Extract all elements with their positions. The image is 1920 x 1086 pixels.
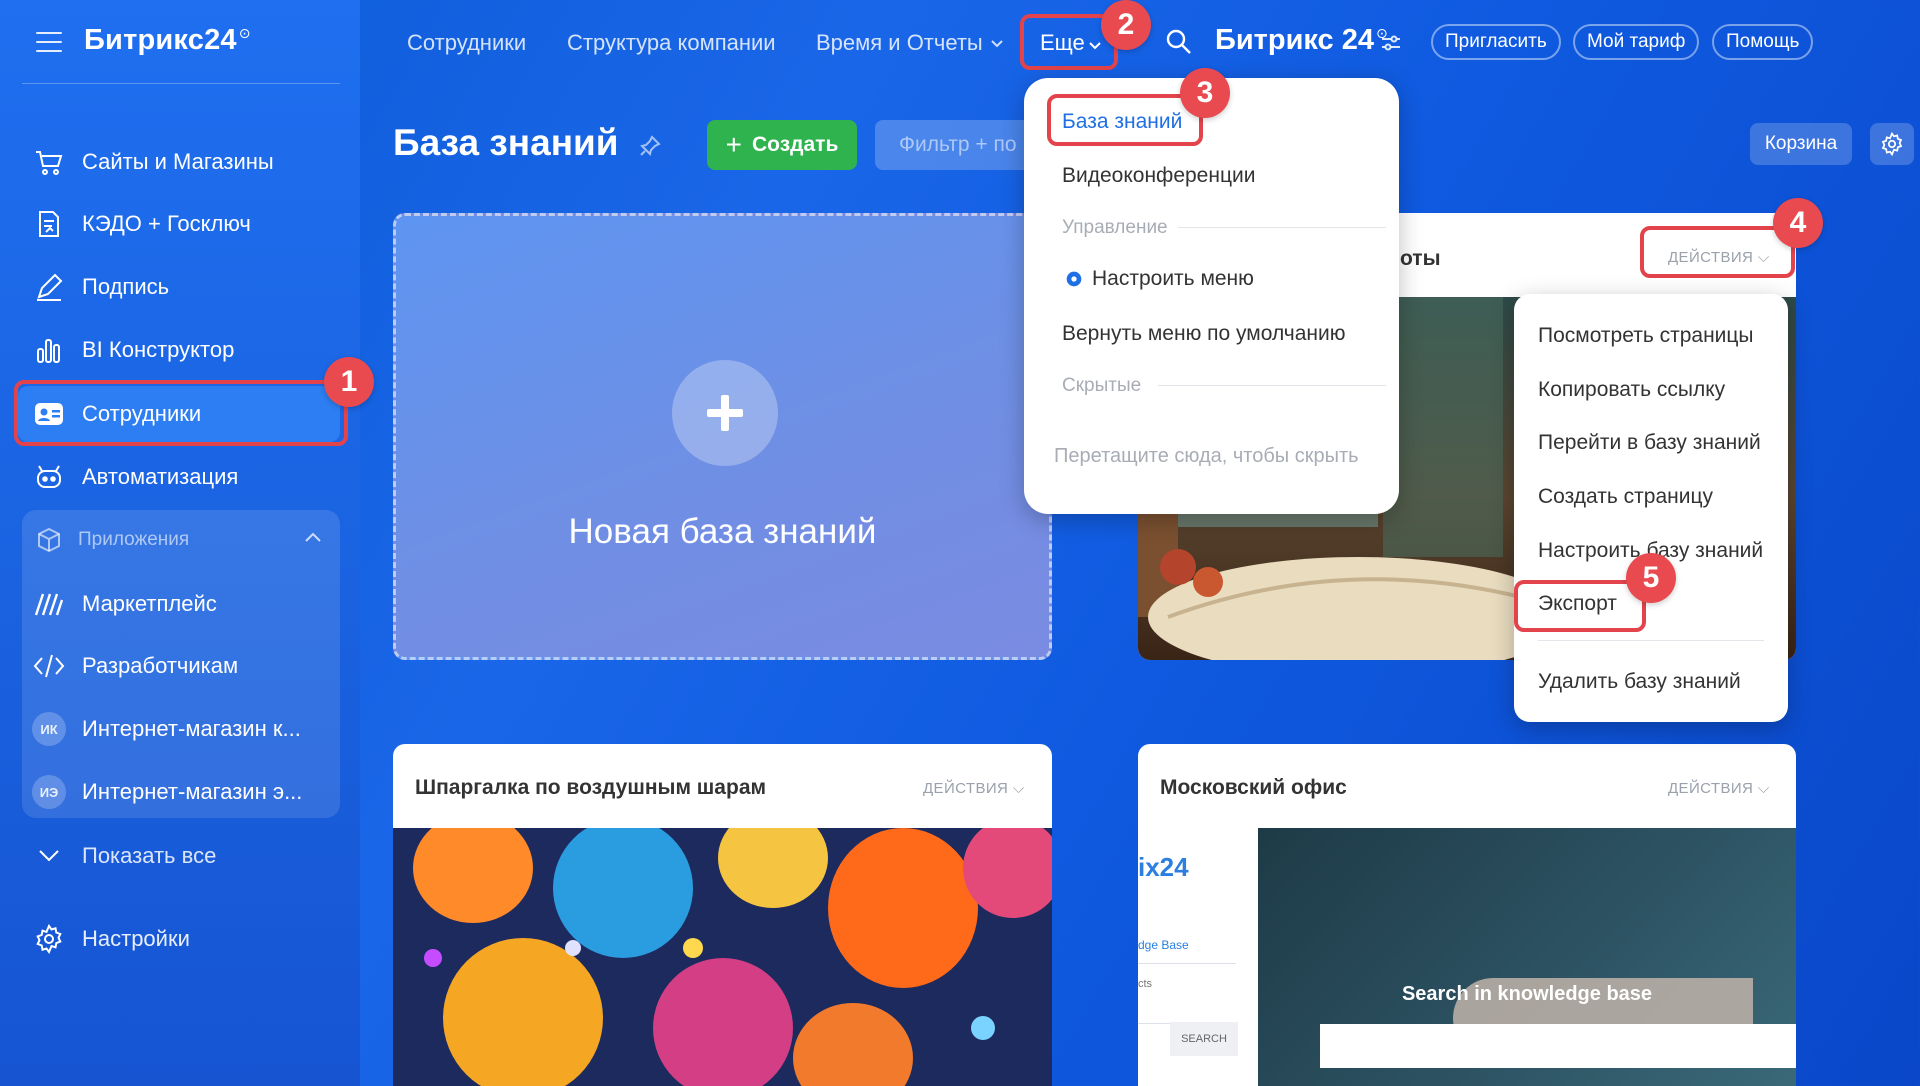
new-knowledge-base-card[interactable]: Новая база знаний <box>393 213 1052 660</box>
callout-badge-3: 3 <box>1180 68 1230 118</box>
filter-search-input[interactable]: Фильтр + по <box>875 120 1035 170</box>
app-avatar: ИК <box>32 712 66 746</box>
sidebar-item-label: Автоматизация <box>82 464 239 489</box>
search-icon[interactable] <box>1165 28 1193 61</box>
my-plan-button[interactable]: Мой тариф <box>1573 24 1700 60</box>
sidebar-item-label: Разработчикам <box>82 653 239 678</box>
chevron-up-icon[interactable] <box>304 530 322 548</box>
menu-item-open-kb[interactable]: Перейти в базу знаний <box>1538 431 1761 455</box>
kb-card-balloons[interactable]: Шпаргалка по воздушным шарам ДЕЙСТВИЯ ⌵ <box>393 744 1052 1086</box>
menu-section-hidden: Скрытые <box>1062 375 1142 396</box>
sidebar-show-all[interactable]: Показать все <box>18 828 340 884</box>
preview-logo: ix24 <box>1138 852 1189 882</box>
actions-dropdown-menu: Посмотреть страницы Копировать ссылку Пе… <box>1514 294 1788 722</box>
preview-link: dge Base <box>1138 938 1189 952</box>
kb-card-title: Шпаргалка по воздушным шарам <box>415 776 767 799</box>
menu-item-view-pages[interactable]: Посмотреть страницы <box>1538 324 1754 348</box>
sidebar-item-automation[interactable]: Автоматизация <box>18 449 340 505</box>
preview-banner: Search in knowledge base <box>1258 828 1796 1086</box>
invite-button[interactable]: Пригласить <box>1431 24 1561 60</box>
kb-card-moscow-office[interactable]: Московский офис ДЕЙСТВИЯ ⌵ ix24 dge Base… <box>1138 744 1796 1086</box>
page-settings-gear-icon[interactable] <box>1870 123 1914 165</box>
callout-badge-5: 5 <box>1626 553 1676 603</box>
pin-icon[interactable] <box>639 124 661 166</box>
sliders-icon[interactable] <box>1380 32 1402 59</box>
sidebar-item-label: Подпись <box>82 274 170 299</box>
bar-chart-icon <box>32 333 66 367</box>
sidebar-item-label: BI Конструктор <box>82 337 235 362</box>
callout-badge-1: 1 <box>324 357 374 407</box>
callout-frame-5 <box>1514 580 1646 632</box>
apps-group-header[interactable]: Приложения <box>22 514 340 566</box>
sidebar-item-label: Сайты и Магазины <box>82 149 274 174</box>
trash-button[interactable]: Корзина <box>1750 123 1852 165</box>
sidebar-item-label: КЭДО + Госключ <box>82 211 251 236</box>
plus-icon: + <box>725 129 742 160</box>
preview-item: cts <box>1138 978 1153 990</box>
sidebar-item-settings[interactable]: Настройки <box>18 911 340 967</box>
kb-card-title: оты <box>1400 247 1441 270</box>
plus-icon <box>672 360 778 466</box>
kb-card-actions[interactable]: ДЕЙСТВИЯ ⌵ <box>1668 780 1770 797</box>
app-avatar: ИЭ <box>32 775 66 809</box>
page-title: База знаний <box>393 122 661 166</box>
menu-item-reset-menu[interactable]: Вернуть меню по умолчанию <box>1062 322 1345 346</box>
gear-icon <box>1064 269 1084 294</box>
callout-frame-3 <box>1047 94 1203 146</box>
sidebar-item-bi-builder[interactable]: BI Конструктор <box>18 322 340 378</box>
top-link-employees[interactable]: Сотрудники <box>407 30 526 56</box>
balloons-cover-image <box>393 808 1052 1086</box>
brand-logo-top[interactable]: Битрикс 24 ⊙ <box>1215 24 1388 57</box>
preview-search-button: SEARCH <box>1170 1022 1238 1056</box>
sidebar-item-signature[interactable]: Подпись <box>18 259 340 315</box>
preview-search-heading: Search in knowledge base <box>1401 983 1653 1005</box>
new-kb-caption: Новая база знаний <box>568 512 877 551</box>
brand-logo[interactable]: Битрикс24 ⊙ <box>84 24 251 57</box>
callout-badge-4: 4 <box>1773 198 1823 248</box>
sidebar-item-label: Интернет-магазин к... <box>82 716 301 741</box>
menu-drag-hint: Перетащите сюда, чтобы скрыть <box>1054 445 1359 467</box>
menu-section-manage: Управление <box>1062 217 1168 238</box>
chevron-down-icon <box>990 36 1004 54</box>
robot-icon <box>32 460 66 494</box>
kb-card-title: Московский офис <box>1160 776 1347 799</box>
sidebar-item-label: Интернет-магазин э... <box>82 779 303 804</box>
code-icon <box>32 649 66 683</box>
menu-item-copy-link[interactable]: Копировать ссылку <box>1538 378 1725 402</box>
callout-frame-1 <box>14 380 348 446</box>
sidebar-item-marketplace[interactable]: Маркетплейс <box>18 576 340 632</box>
callout-badge-2: 2 <box>1101 0 1151 50</box>
left-sidebar: Битрикс24 ⊙ Сайты и Магазины КЭДО + Госкл… <box>0 0 360 1086</box>
chevron-down-icon <box>32 839 66 873</box>
office-cover-image: ix24 dge Base cts SEARCH Search in knowl… <box>1138 828 1796 1086</box>
hamburger-menu-icon[interactable] <box>36 32 62 52</box>
top-link-company-structure[interactable]: Структура компании <box>567 30 776 56</box>
menu-item-configure-menu[interactable]: Настроить меню <box>1092 267 1254 291</box>
sidebar-item-kedo[interactable]: КЭДО + Госключ <box>18 196 340 252</box>
callout-frame-4 <box>1640 226 1795 278</box>
marketplace-icon <box>32 587 66 621</box>
sidebar-item-sites-shops[interactable]: Сайты и Магазины <box>18 134 340 190</box>
kb-card-actions[interactable]: ДЕЙСТВИЯ ⌵ <box>923 780 1025 797</box>
create-button[interactable]: + Создать <box>707 120 857 170</box>
pen-icon <box>32 270 66 304</box>
sidebar-divider <box>22 83 340 84</box>
sidebar-item-developers[interactable]: Разработчикам <box>18 638 340 694</box>
gear-icon <box>32 922 66 956</box>
help-button[interactable]: Помощь <box>1712 24 1814 60</box>
document-sign-icon <box>32 207 66 241</box>
top-link-time-reports[interactable]: Время и Отчеты <box>816 30 983 56</box>
preview-search-field <box>1320 1024 1796 1068</box>
menu-item-video-conference[interactable]: Видеоконференции <box>1062 164 1255 188</box>
cart-icon <box>32 145 66 179</box>
sidebar-item-shop-k[interactable]: ИК Интернет-магазин к... <box>18 701 340 757</box>
cube-icon <box>34 525 64 555</box>
menu-item-create-page[interactable]: Создать страницу <box>1538 485 1713 509</box>
sidebar-item-label: Маркетплейс <box>82 591 217 616</box>
menu-item-delete-kb[interactable]: Удалить базу знаний <box>1538 670 1741 694</box>
sidebar-item-shop-e[interactable]: ИЭ Интернет-магазин э... <box>18 764 340 820</box>
